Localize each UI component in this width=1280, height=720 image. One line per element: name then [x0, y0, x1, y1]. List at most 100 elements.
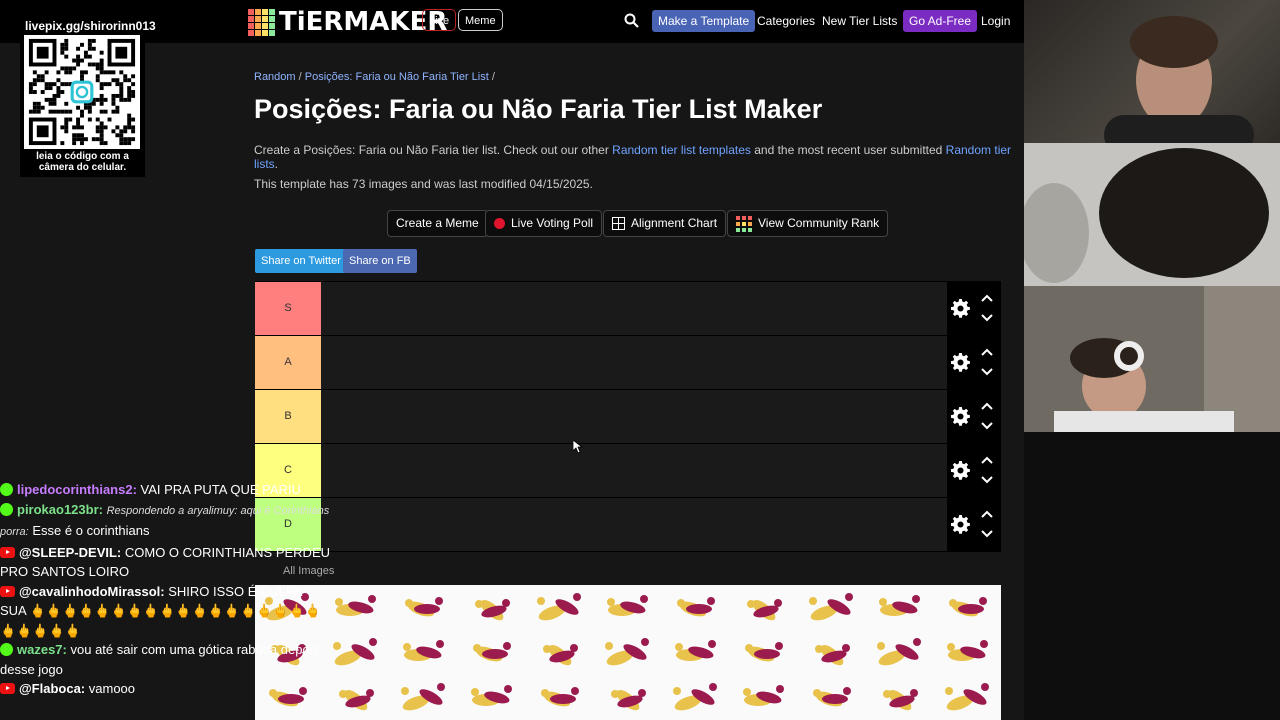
qr-caption-line: câmera do celular.	[38, 162, 127, 173]
chevron-down-icon[interactable]	[981, 368, 993, 376]
tier-image-thumbnail[interactable]	[869, 587, 931, 629]
tier-image-thumbnail[interactable]	[393, 677, 455, 719]
livepix-url: livepix.gg/shirorinn013	[25, 19, 156, 33]
tier-controls	[947, 390, 1001, 443]
webcam-feed-3	[1024, 286, 1280, 432]
chat-username: @SLEEP-DEVIL:	[19, 544, 122, 560]
tier-image-thumbnail[interactable]	[665, 632, 727, 674]
tier-image-thumbnail[interactable]	[393, 587, 455, 629]
chevron-down-icon[interactable]	[981, 314, 993, 322]
tier-image-thumbnail[interactable]	[325, 677, 387, 719]
chat-message: @SLEEP-DEVIL: COMO O CORINTHIANS PERDEU …	[0, 543, 330, 582]
gear-icon[interactable]	[951, 515, 970, 534]
mouse-cursor-icon	[573, 440, 583, 454]
nav-categories[interactable]: Categories	[757, 14, 815, 28]
tier-list: SABCD	[255, 281, 1001, 552]
gear-icon[interactable]	[951, 461, 970, 480]
page-title: Posições: Faria ou Não Faria Tier List M…	[254, 94, 823, 124]
chevron-down-icon[interactable]	[981, 422, 993, 430]
chat-username: @cavalinhodoMirassol:	[19, 583, 165, 599]
live-voting-poll-button[interactable]: Live Voting Poll	[485, 210, 603, 237]
nav-login[interactable]: Login	[981, 14, 1010, 28]
tier-row[interactable]: A	[255, 336, 1001, 390]
tier-image-thumbnail[interactable]	[733, 632, 795, 674]
description-text: and the most recent user submitted	[750, 143, 946, 157]
tier-label[interactable]: S	[255, 282, 321, 335]
chat-message: lipedocorinthians2: VAI PRA PUTA QUE PAR…	[0, 480, 330, 500]
tier-image-thumbnail[interactable]	[801, 677, 863, 719]
tier-image-thumbnail[interactable]	[325, 587, 387, 629]
chevron-up-icon[interactable]	[981, 402, 993, 410]
live-button[interactable]: Live	[422, 9, 457, 31]
tier-image-thumbnail[interactable]	[529, 677, 591, 719]
share-fb-button[interactable]: Share on FB	[343, 249, 417, 273]
alignment-chart-button[interactable]: Alignment Chart	[603, 210, 727, 237]
tier-image-thumbnail[interactable]	[665, 677, 727, 719]
tier-image-thumbnail[interactable]	[869, 632, 931, 674]
create-meme-button[interactable]: Create a Meme	[387, 210, 488, 237]
nav-new-tier-lists[interactable]: New Tier Lists	[822, 14, 897, 28]
webcam-person-image	[1024, 143, 1280, 286]
tier-image-thumbnail[interactable]	[461, 587, 523, 629]
tier-label[interactable]: A	[255, 336, 321, 389]
description-text: Create a Posições: Faria ou Não Faria ti…	[254, 143, 613, 157]
tier-row[interactable]: B	[255, 390, 1001, 444]
image-pool[interactable]	[255, 585, 1001, 720]
gear-icon[interactable]	[951, 353, 970, 372]
webcam-person-image	[1024, 286, 1280, 432]
search-icon[interactable]	[624, 13, 639, 28]
tier-image-thumbnail[interactable]	[529, 587, 591, 629]
qr-caption-line: leia o código com a	[36, 151, 129, 162]
tier-image-thumbnail[interactable]	[869, 677, 931, 719]
tier-image-thumbnail[interactable]	[597, 677, 659, 719]
chevron-up-icon[interactable]	[981, 294, 993, 302]
tier-image-thumbnail[interactable]	[597, 587, 659, 629]
tier-image-thumbnail[interactable]	[801, 587, 863, 629]
tiermaker-logo[interactable]: TiERMAKER	[248, 7, 447, 37]
tier-label[interactable]: B	[255, 390, 321, 443]
chat-message: pirokao123br: Respondendo a aryalimuy: a…	[0, 500, 330, 543]
grid-icon	[612, 217, 625, 230]
tier-image-thumbnail[interactable]	[733, 677, 795, 719]
tier-image-thumbnail[interactable]	[461, 677, 523, 719]
tier-image-thumbnail[interactable]	[733, 587, 795, 629]
breadcrumb: Random / Posições: Faria ou Não Faria Ti…	[254, 71, 495, 83]
tier-image-thumbnail[interactable]	[937, 587, 999, 629]
tier-image-thumbnail[interactable]	[461, 632, 523, 674]
random-templates-link[interactable]: Random tier list templates	[612, 143, 751, 157]
record-dot-icon	[494, 218, 505, 229]
gear-icon[interactable]	[951, 407, 970, 426]
template-meta: This template has 73 images and was last…	[254, 177, 593, 191]
tier-row[interactable]: S	[255, 282, 1001, 336]
tier-image-thumbnail[interactable]	[597, 632, 659, 674]
tier-image-thumbnail[interactable]	[393, 632, 455, 674]
tier-image-thumbnail[interactable]	[325, 632, 387, 674]
kick-badge-icon	[0, 643, 13, 656]
breadcrumb-random[interactable]: Random	[254, 71, 296, 83]
chevron-down-icon[interactable]	[981, 530, 993, 538]
go-ad-free-button[interactable]: Go Ad-Free	[903, 10, 978, 32]
chevron-up-icon[interactable]	[981, 456, 993, 464]
tier-grid-icon	[736, 215, 752, 232]
tier-row[interactable]: C	[255, 444, 1001, 498]
gear-icon[interactable]	[951, 299, 970, 318]
meme-button[interactable]: Meme	[458, 9, 503, 31]
tier-controls	[947, 498, 1001, 551]
tier-image-thumbnail[interactable]	[665, 587, 727, 629]
tier-row[interactable]: D	[255, 498, 1001, 552]
make-template-button[interactable]: Make a Template	[652, 10, 756, 32]
youtube-badge-icon	[0, 585, 15, 597]
tier-image-thumbnail[interactable]	[937, 632, 999, 674]
chevron-up-icon[interactable]	[981, 510, 993, 518]
webcam-feed-1	[1024, 0, 1280, 143]
breadcrumb-page[interactable]: Posições: Faria ou Não Faria Tier List	[305, 71, 489, 83]
chevron-up-icon[interactable]	[981, 348, 993, 356]
chat-message: @cavalinhodoMirassol: SHIRO ISSO É CULPA…	[0, 582, 330, 641]
kick-badge-icon	[0, 502, 13, 516]
share-twitter-button[interactable]: Share on Twitter	[255, 249, 347, 273]
tier-image-thumbnail[interactable]	[801, 632, 863, 674]
view-community-rank-button[interactable]: View Community Rank	[727, 210, 889, 237]
chevron-down-icon[interactable]	[981, 476, 993, 484]
tier-image-thumbnail[interactable]	[937, 677, 999, 719]
tier-image-thumbnail[interactable]	[529, 632, 591, 674]
